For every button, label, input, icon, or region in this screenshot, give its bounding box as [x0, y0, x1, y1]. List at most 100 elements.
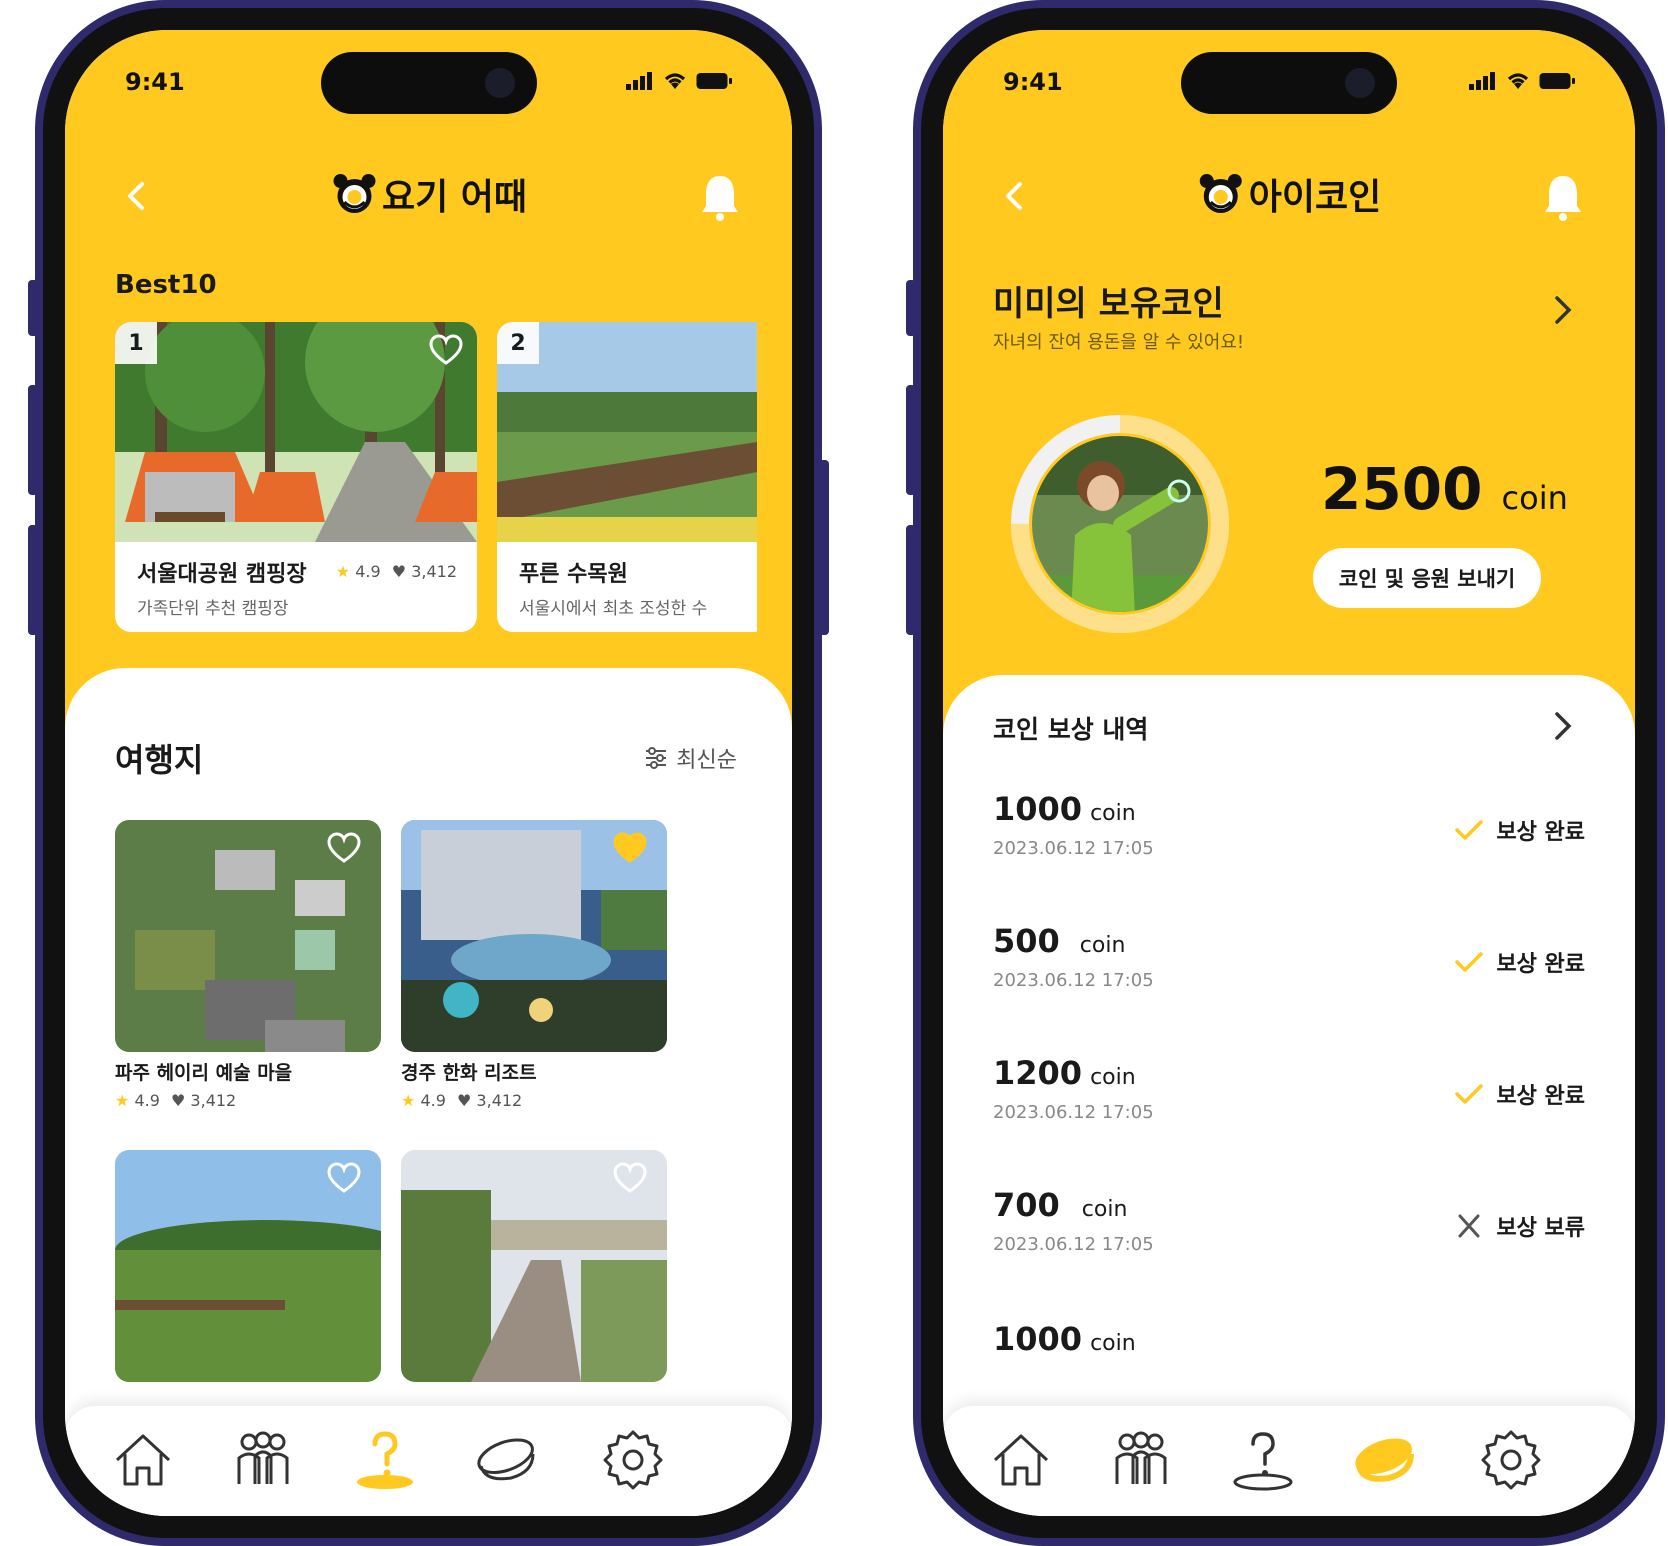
phone-right: 9:41 아이코인 미미의 보유코인 자녀의 잔여 용돈을 알 수 있어요! 2…	[906, 0, 1665, 1546]
reward-unit: coin	[1081, 1197, 1128, 1222]
coin-balance-unit: coin	[1501, 479, 1568, 517]
wifi-icon	[1507, 73, 1529, 89]
owner-coin-title: 미미의 보유코인	[993, 284, 1224, 324]
coin-icon[interactable]	[475, 1428, 539, 1492]
heyri-photo	[115, 820, 381, 1052]
dynamic-island	[320, 52, 537, 114]
reward-row[interactable]: 1000 coin 2023.06.12 17:05 보상 완료	[993, 790, 1585, 870]
heart-outline-icon[interactable]	[613, 1162, 647, 1194]
app-header: 아이코인	[943, 150, 1635, 230]
question-pin-icon[interactable]	[1231, 1428, 1295, 1492]
home-icon[interactable]	[989, 1428, 1053, 1492]
reward-amount: 500	[993, 922, 1060, 960]
send-coin-button[interactable]: 코인 및 응원 보내기	[1313, 548, 1541, 608]
riverside-photo	[401, 1150, 667, 1382]
heart-outline-icon[interactable]	[327, 832, 361, 864]
destination-name: 파주 헤이리 예술 마을	[115, 1062, 293, 1084]
signal-icon	[626, 72, 652, 90]
reward-date: 2023.06.12 17:05	[993, 1234, 1154, 1255]
screen-yogi: 9:41 요기 어때 Best10 1 서울대공원 캠핑장 ★ 4.9 ♥ 3,…	[65, 30, 792, 1516]
reward-row[interactable]: 1200 coin 2023.06.12 17:05 보상 완료	[993, 1054, 1585, 1134]
check-icon	[1455, 952, 1484, 972]
rating: 4.9	[134, 1091, 160, 1110]
star-icon: ★	[115, 1091, 130, 1110]
filter-sliders-icon	[646, 747, 667, 769]
likes: 3,412	[476, 1091, 523, 1110]
page-title: 아이코인	[1248, 177, 1382, 218]
reward-amount: 700	[993, 1186, 1060, 1224]
bear-logo-icon	[1199, 174, 1242, 213]
battery-icon	[1539, 73, 1575, 89]
reward-date: 2023.06.12 17:05	[993, 838, 1154, 859]
heart-outline-icon[interactable]	[429, 334, 463, 366]
best10-label: Best10	[115, 270, 217, 300]
reward-unit: coin	[1079, 933, 1126, 958]
back-arrow-icon[interactable]	[998, 178, 1034, 214]
chevron-right-icon[interactable]	[1551, 708, 1575, 744]
destination-name: 경주 한화 리조트	[401, 1062, 537, 1084]
reward-history-title: 코인 보상 내역	[993, 715, 1149, 744]
reward-row[interactable]: 1000 coin	[993, 1320, 1585, 1400]
reward-unit: coin	[1090, 801, 1136, 826]
bell-icon[interactable]	[1541, 172, 1585, 222]
destination-card[interactable]: 경주 한화 리조트 ★ 4.9 ♥ 3,412	[401, 820, 667, 1110]
reward-status: 보상 완료	[1496, 952, 1585, 977]
heart-filled-icon: ♥	[170, 1091, 186, 1110]
heart-filled-icon: ♥	[456, 1091, 472, 1110]
wetland-photo	[115, 1150, 381, 1382]
page-title: 요기 어때	[381, 177, 528, 218]
family-icon[interactable]	[231, 1428, 295, 1492]
sort-button[interactable]: 최신순	[644, 742, 737, 774]
back-arrow-icon[interactable]	[120, 178, 156, 214]
gear-icon[interactable]	[1479, 1428, 1543, 1492]
reward-amount: 1200	[993, 1054, 1083, 1092]
best-card[interactable]: 2 푸른 수목원 서울시에서 최초 조성한 수	[497, 322, 757, 632]
place-subtitle: 서울시에서 최초 조성한 수	[519, 599, 708, 619]
reward-status: 보상 완료	[1496, 820, 1585, 845]
destination-meta: ★ 4.9 ♥ 3,412	[115, 1091, 381, 1110]
question-pin-icon[interactable]	[353, 1428, 417, 1492]
sort-label: 최신순	[676, 748, 737, 773]
coin-balance: 2500 coin	[1321, 455, 1568, 523]
reward-row[interactable]: 700 coin 2023.06.12 17:05 보상 보류	[993, 1186, 1585, 1266]
section-title: 여행지	[115, 741, 204, 779]
screen-icoin: 9:41 아이코인 미미의 보유코인 자녀의 잔여 용돈을 알 수 있어요! 2…	[943, 30, 1635, 1516]
tab-bar	[943, 1406, 1635, 1516]
signal-icon	[1469, 72, 1495, 90]
bell-icon[interactable]	[698, 172, 742, 222]
place-name: 서울대공원 캠핑장	[137, 562, 307, 587]
destination-card[interactable]	[115, 1150, 381, 1382]
wifi-icon	[664, 73, 686, 89]
status-time: 9:41	[125, 68, 185, 96]
check-icon	[1455, 1084, 1484, 1104]
reward-date: 2023.06.12 17:05	[993, 1102, 1154, 1123]
destination-card[interactable]	[401, 1150, 667, 1382]
destination-card[interactable]: 파주 헤이리 예술 마을 ★ 4.9 ♥ 3,412	[115, 820, 381, 1110]
likes: 3,412	[190, 1091, 237, 1110]
star-icon: ★	[335, 562, 351, 581]
rating: 4.9	[355, 562, 381, 581]
destination-meta: ★ 4.9 ♥ 3,412	[401, 1091, 667, 1110]
reward-unit: coin	[1090, 1331, 1136, 1356]
place-meta: ★ 4.9 ♥ 3,412	[336, 562, 457, 581]
heart-filled-icon: ♥	[391, 562, 407, 581]
chevron-right-icon[interactable]	[1551, 292, 1575, 328]
gear-icon[interactable]	[601, 1428, 665, 1492]
place-name: 푸른 수목원	[519, 562, 628, 587]
balance-ring	[1011, 415, 1229, 633]
reward-amount: 1000	[993, 790, 1083, 828]
likes: 3,412	[411, 562, 457, 581]
battery-icon	[696, 73, 732, 89]
coin-balance-amount: 2500	[1321, 455, 1483, 523]
best-card[interactable]: 1 서울대공원 캠핑장 ★ 4.9 ♥ 3,412 가족단위 추천 캠핑장	[115, 322, 477, 632]
heart-outline-icon[interactable]	[327, 1162, 361, 1194]
home-icon[interactable]	[111, 1428, 175, 1492]
reward-row[interactable]: 500 coin 2023.06.12 17:05 보상 완료	[993, 922, 1585, 1002]
resort-photo	[401, 820, 667, 1052]
family-icon[interactable]	[1109, 1428, 1173, 1492]
coin-icon[interactable]	[1353, 1428, 1417, 1492]
dynamic-island	[1181, 52, 1397, 114]
heart-filled-icon[interactable]	[613, 832, 647, 864]
phone-left: 9:41 요기 어때 Best10 1 서울대공원 캠핑장 ★ 4.9 ♥ 3,…	[28, 0, 829, 1546]
rank-badge: 2	[497, 322, 539, 364]
